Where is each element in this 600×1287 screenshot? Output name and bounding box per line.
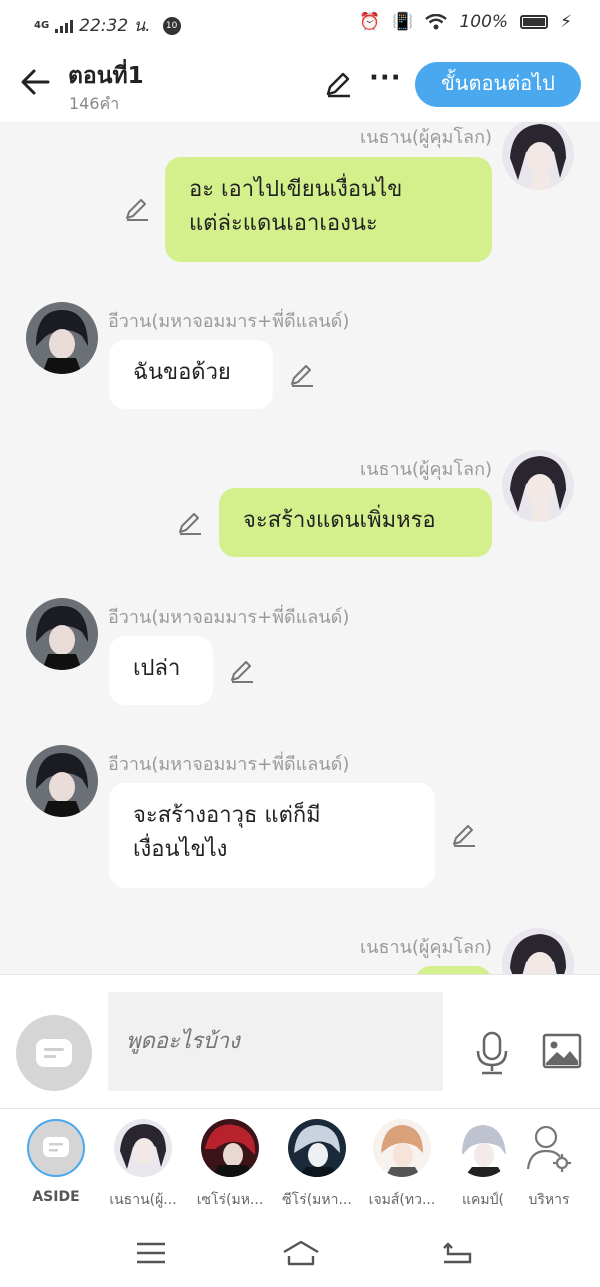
avatar	[201, 1119, 259, 1177]
system-nav-bar	[0, 1218, 600, 1287]
character-item[interactable]: เจมส์(ทว...	[359, 1119, 445, 1211]
sender-name: อีวาน(มหาจอมมาร+พี่ดีแลนด์)	[108, 754, 350, 775]
vibrate-icon: 📳	[392, 12, 414, 32]
sender-name: เนธาน(ผู้คุมโลก)	[360, 127, 492, 148]
message-bubble[interactable]: ฉันขอด้วย	[109, 340, 273, 409]
message-input-bar	[0, 974, 600, 1108]
sender-name: อีวาน(มหาจอมมาร+พี่ดีแลนด์)	[108, 607, 350, 628]
character-item[interactable]: ซีโร่(มหา...	[274, 1119, 360, 1211]
image-icon[interactable]	[542, 1033, 582, 1069]
aside-icon	[36, 1039, 72, 1067]
charging-icon: ⚡	[560, 12, 572, 32]
chapter-header: ตอนที่1 146คำ ··· ขั้นตอนต่อไป	[0, 46, 600, 122]
home-icon[interactable]	[281, 1238, 321, 1268]
message-text-line: เปล่า	[133, 656, 181, 681]
battery-level: 100%	[459, 12, 509, 32]
clock: 22:32 น.	[79, 16, 151, 36]
character-label: เซโร่(มห...	[196, 1192, 264, 1208]
message-bubble[interactable]: อะ เอาไปเขียนเงื่อนไข แต่ล่ะแดนเอาเองนะ	[165, 157, 492, 262]
avatar	[373, 1119, 431, 1177]
sender-name: อีวาน(มหาจอมมาร+พี่ดีแลนด์)	[108, 311, 350, 332]
message-item: อีวาน(มหาจอมมาร+พี่ดีแลนด์) ฉันขอด้วย	[0, 302, 600, 412]
avatar	[454, 1119, 512, 1177]
character-label: เนธาน(ผู้...	[109, 1192, 177, 1208]
signal-icon	[55, 19, 74, 33]
sender-name: เนธาน(ผู้คุมโลก)	[360, 459, 492, 480]
character-selector: ASIDE เนธาน(ผู้... เซโร่(มห... ซีโร่(มหา…	[0, 1108, 600, 1218]
character-aside[interactable]: ASIDE	[13, 1119, 99, 1205]
message-text-line: แต่ล่ะแดนเอาเองนะ	[189, 211, 378, 236]
message-bubble[interactable]: จะสร้างอาวุธ แต่ก็มี เงื่อนไขไง	[109, 783, 435, 888]
character-label: เจมส์(ทว...	[368, 1192, 436, 1208]
character-label: บริหาร	[528, 1192, 570, 1208]
battery-icon	[520, 15, 549, 29]
status-bar: 4G 22:32 น. 10 ⏰ 📳 100% ⚡	[0, 0, 600, 46]
microphone-icon[interactable]	[474, 1031, 510, 1075]
manage-characters[interactable]: บริหาร	[506, 1119, 592, 1211]
edit-title-icon[interactable]	[324, 70, 352, 98]
wifi-icon	[425, 14, 448, 30]
message-item: เนธาน(ผู้คุมโลก) อะ เอาไปเขียนเงื่อนไข แ…	[0, 122, 600, 272]
message-bubble[interactable]	[415, 966, 492, 974]
character-item[interactable]: เซโร่(มห...	[187, 1119, 273, 1211]
message-text-line: จะสร้างแดนเพิ่มหรอ	[243, 508, 436, 533]
message-item: เนธาน(ผู้คุมโลก) จะสร้างแดนเพิ่มหรอ	[0, 450, 600, 562]
message-text-line: ฉันขอด้วย	[133, 360, 231, 385]
message-item: เนธาน(ผู้คุมโลก)	[0, 928, 600, 974]
message-text-line: จะสร้างอาวุธ แต่ก็มี	[133, 803, 321, 828]
chapter-title: ตอนที่1	[68, 63, 144, 89]
avatar[interactable]	[502, 928, 574, 974]
message-text-line: อะ เอาไปเขียนเงื่อนไข	[189, 177, 403, 202]
message-bubble[interactable]: จะสร้างแดนเพิ่มหรอ	[219, 488, 492, 557]
edit-message-icon[interactable]	[289, 362, 315, 388]
avatar	[114, 1119, 172, 1177]
character-label: ซีโร่(มหา...	[282, 1192, 352, 1208]
network-type: 4G	[34, 20, 50, 31]
edit-message-icon[interactable]	[177, 510, 203, 536]
message-item: อีวาน(มหาจอมมาร+พี่ดีแลนด์) จะสร้างอาวุธ…	[0, 745, 600, 895]
edit-message-icon[interactable]	[124, 196, 150, 222]
sender-name: เนธาน(ผู้คุมโลก)	[360, 937, 492, 958]
edit-message-icon[interactable]	[229, 658, 255, 684]
avatar[interactable]	[502, 450, 574, 522]
alarm-icon: ⏰	[359, 12, 381, 32]
menu-icon[interactable]	[133, 1238, 169, 1268]
notification-badge: 10	[162, 16, 181, 35]
avatar[interactable]	[26, 745, 98, 817]
message-item: อีวาน(มหาจอมมาร+พี่ดีแลนด์) เปล่า	[0, 598, 600, 708]
back-icon[interactable]	[440, 1238, 476, 1268]
chat-area[interactable]: เนธาน(ผู้คุมโลก) อะ เอาไปเขียนเงื่อนไข แ…	[0, 122, 600, 974]
avatar[interactable]	[502, 122, 574, 190]
next-step-button[interactable]: ขั้นตอนต่อไป	[415, 62, 581, 107]
word-count: 146คำ	[69, 94, 120, 113]
aside-toggle-button[interactable]	[16, 1015, 92, 1091]
message-text-line: เงื่อนไขไง	[133, 837, 228, 862]
aside-avatar	[27, 1119, 85, 1177]
message-bubble[interactable]: เปล่า	[109, 636, 213, 705]
avatar[interactable]	[26, 302, 98, 374]
edit-message-icon[interactable]	[451, 822, 477, 848]
more-options-icon[interactable]: ···	[369, 65, 402, 91]
character-item[interactable]: เนธาน(ผู้...	[100, 1119, 186, 1211]
avatar[interactable]	[26, 598, 98, 670]
back-arrow-icon[interactable]	[18, 64, 54, 100]
message-input[interactable]	[108, 992, 443, 1091]
manage-characters-icon	[520, 1119, 578, 1177]
avatar	[288, 1119, 346, 1177]
character-label: ASIDE	[32, 1189, 80, 1205]
